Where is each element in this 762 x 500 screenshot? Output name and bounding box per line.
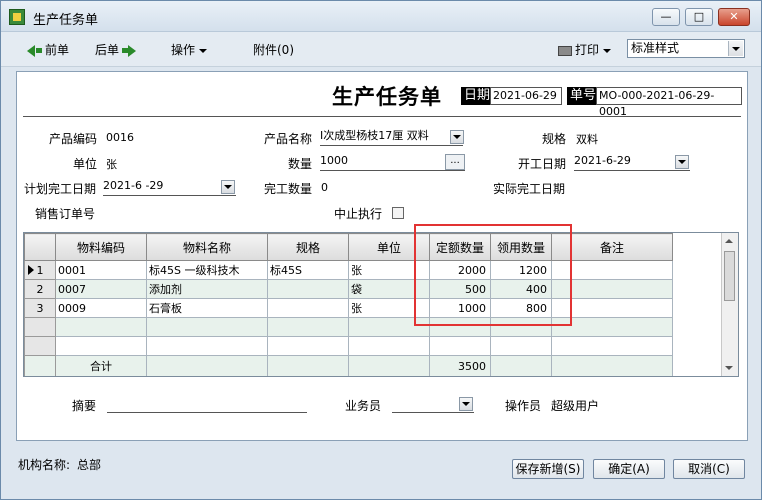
product-name-dropdown-icon[interactable] <box>450 130 464 144</box>
cell-spec[interactable] <box>267 279 349 299</box>
app-icon <box>9 9 25 25</box>
cell-code[interactable]: 0007 <box>55 279 147 299</box>
date-field[interactable]: 2021-06-29 <box>490 87 562 105</box>
spec-value: 双料 <box>576 133 598 146</box>
print-style-select[interactable]: 标准样式 <box>627 39 745 58</box>
done-qty-label: 完工数量 <box>264 182 313 196</box>
maximize-button[interactable]: □ <box>685 8 713 26</box>
product-name-field[interactable]: I次成型杨枝17厘 双料 <box>320 128 463 146</box>
row-number[interactable]: 3 <box>24 298 56 318</box>
close-button[interactable]: ✕ <box>718 8 750 26</box>
cell-name[interactable]: 添加剂 <box>146 279 268 299</box>
start-date-field[interactable]: 2021-6-29 <box>574 153 690 171</box>
window: 生产任务单 — □ ✕ 前单 后单 操作 附件(0) 打印 标准样式 生产任务单… <box>0 0 762 500</box>
order-no-label: 单号 <box>567 87 600 105</box>
table-header-row: 物料编码 物料名称 规格 单位 定额数量 领用数量 备注 <box>24 233 725 261</box>
cell-code[interactable]: 0009 <box>55 298 147 318</box>
title-bar: 生产任务单 — □ ✕ <box>1 1 761 32</box>
cell-spec[interactable] <box>267 298 349 318</box>
empty-header <box>672 233 725 261</box>
total-label: 合计 <box>55 355 147 376</box>
arrow-left-icon <box>27 44 35 57</box>
row-number[interactable]: 2 <box>24 279 56 299</box>
org-value: 总部 <box>77 458 102 472</box>
col-header[interactable]: 物料名称 <box>146 233 268 261</box>
table-total-row: 合计 3500 <box>24 355 725 376</box>
print-button[interactable]: 打印 <box>558 41 612 58</box>
material-grid: 物料编码 物料名称 规格 单位 定额数量 领用数量 备注 1 0001 标45S… <box>23 232 739 377</box>
chevron-down-icon <box>603 48 612 53</box>
scroll-down-icon[interactable] <box>725 366 733 370</box>
col-header[interactable]: 物料编码 <box>55 233 147 261</box>
actual-finish-label: 实际完工日期 <box>493 182 566 196</box>
summary-field[interactable] <box>107 395 307 413</box>
plan-finish-dropdown-icon[interactable] <box>221 180 235 194</box>
dropdown-arrow-icon[interactable] <box>728 41 743 56</box>
highlight-box <box>414 224 572 326</box>
window-title: 生产任务单 <box>33 13 99 28</box>
qty-ellipsis-button[interactable]: ... <box>445 154 465 170</box>
printer-icon <box>558 45 572 56</box>
qty-field[interactable]: 1000 <box>320 153 465 171</box>
date-label: 日期 <box>461 87 494 105</box>
cancel-button[interactable]: 取消(C) <box>673 459 745 479</box>
product-name-label: 产品名称 <box>264 132 313 146</box>
table-row-empty[interactable] <box>24 336 725 356</box>
next-button[interactable]: 后单 <box>95 41 137 58</box>
salesman-label: 业务员 <box>345 399 382 413</box>
cell-name[interactable]: 石膏板 <box>146 298 268 318</box>
start-date-label: 开工日期 <box>518 157 567 171</box>
operate-menu[interactable]: 操作 <box>171 41 208 58</box>
spec-label: 规格 <box>542 132 567 146</box>
operator-label: 操作员 <box>505 399 542 413</box>
product-code-label: 产品编码 <box>49 132 98 146</box>
grid-scrollbar[interactable] <box>721 233 738 376</box>
scroll-thumb[interactable] <box>724 251 735 301</box>
prev-button[interactable]: 前单 <box>27 41 69 58</box>
order-no-field[interactable]: MO-000-2021-06-29-0001 <box>596 87 742 118</box>
total-quota: 3500 <box>429 355 491 376</box>
scroll-up-icon[interactable] <box>725 239 733 243</box>
toolbar: 前单 后单 操作 附件(0) 打印 标准样式 <box>1 32 761 67</box>
table-row[interactable]: 2 0007 添加剂 袋 500 400 <box>24 279 725 299</box>
attachment-button[interactable]: 附件(0) <box>253 41 294 58</box>
footer: 机构名称: 总部 保存新增(S) 确定(A) 取消(C) <box>1 445 761 499</box>
sales-order-label: 销售订单号 <box>35 207 96 221</box>
table-row[interactable]: 3 0009 石膏板 张 1000 800 <box>24 298 725 318</box>
qty-label: 数量 <box>288 157 313 171</box>
current-row-icon <box>28 265 34 275</box>
minimize-button[interactable]: — <box>652 8 680 26</box>
cell-code[interactable]: 0001 <box>55 260 147 280</box>
plan-finish-label: 计划完工日期 <box>24 182 97 196</box>
start-date-dropdown-icon[interactable] <box>675 155 689 169</box>
operator-value: 超级用户 <box>551 399 600 413</box>
done-qty-value: 0 <box>321 181 328 194</box>
product-code-value: 0016 <box>106 131 134 144</box>
chevron-down-icon <box>199 48 208 53</box>
stop-label: 中止执行 <box>334 207 383 221</box>
salesman-dropdown-icon[interactable] <box>459 397 473 411</box>
org-label: 机构名称: <box>18 458 71 472</box>
save-new-button[interactable]: 保存新增(S) <box>512 459 584 479</box>
summary-label: 摘要 <box>72 399 97 413</box>
table-row[interactable]: 1 0001 标45S 一级科技木 标45S 张 2000 1200 <box>24 260 725 280</box>
row-number[interactable]: 1 <box>24 260 56 280</box>
unit-label: 单位 <box>73 157 98 171</box>
divider <box>23 116 741 117</box>
form-panel: 生产任务单 日期 2021-06-29 单号 MO-000-2021-06-29… <box>16 71 748 441</box>
plan-finish-field[interactable]: 2021-6 -29 <box>103 178 236 196</box>
arrow-right-icon <box>128 44 137 57</box>
table-row-empty[interactable] <box>24 317 725 337</box>
form-title: 生产任务单 <box>332 84 442 109</box>
row-number-header <box>24 233 56 261</box>
col-header[interactable]: 规格 <box>267 233 349 261</box>
stop-checkbox[interactable] <box>392 207 404 219</box>
cell-spec[interactable]: 标45S <box>267 260 349 280</box>
unit-value: 张 <box>106 158 117 171</box>
cell-name[interactable]: 标45S 一级科技木 <box>146 260 268 280</box>
ok-button[interactable]: 确定(A) <box>593 459 665 479</box>
material-table: 物料编码 物料名称 规格 单位 定额数量 领用数量 备注 1 0001 标45S… <box>24 233 725 376</box>
